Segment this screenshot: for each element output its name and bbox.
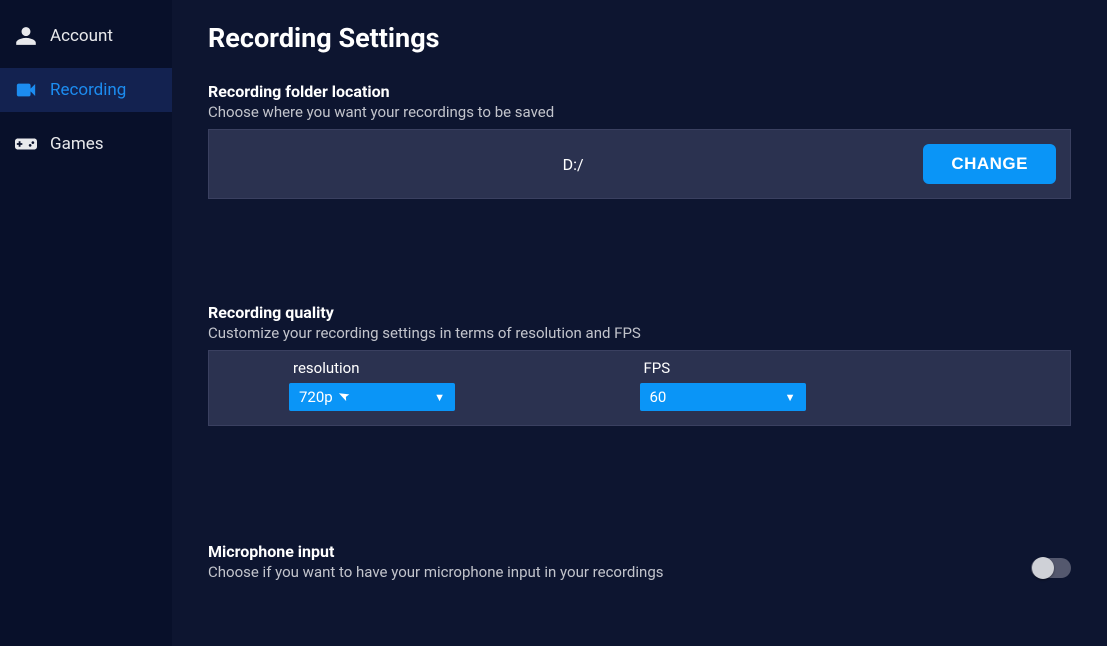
sidebar: Account Recording Games: [0, 0, 172, 646]
fps-select[interactable]: 60 ▼: [640, 383, 806, 411]
person-icon: [14, 24, 38, 48]
resolution-value: 720p: [299, 388, 333, 406]
sidebar-item-games[interactable]: Games: [0, 122, 172, 166]
sidebar-item-label: Recording: [50, 80, 126, 100]
folder-path: D:/: [223, 155, 923, 174]
folder-section-title: Recording folder location: [208, 82, 1071, 101]
toggle-knob: [1032, 557, 1054, 579]
resolution-select[interactable]: 720p ▼: [289, 383, 455, 411]
chevron-down-icon: ▼: [434, 391, 445, 404]
folder-panel: D:/ CHANGE: [208, 129, 1071, 199]
resolution-column: resolution 720p ▼: [229, 359, 640, 411]
sidebar-item-label: Games: [50, 134, 104, 154]
camera-icon: [14, 78, 38, 102]
sidebar-item-label: Account: [50, 26, 113, 46]
chevron-down-icon: ▼: [785, 391, 796, 404]
fps-value: 60: [650, 388, 667, 406]
folder-section-desc: Choose where you want your recordings to…: [208, 103, 1071, 121]
sidebar-item-recording[interactable]: Recording: [0, 68, 172, 112]
quality-section-title: Recording quality: [208, 303, 1071, 322]
main-content: Recording Settings Recording folder loca…: [172, 0, 1107, 646]
fps-label: FPS: [644, 359, 671, 377]
quality-section-desc: Customize your recording settings in ter…: [208, 324, 1071, 342]
gamepad-icon: [14, 132, 38, 156]
microphone-title: Microphone input: [208, 542, 663, 561]
cursor-icon: [336, 388, 355, 410]
sidebar-item-account[interactable]: Account: [0, 14, 172, 58]
microphone-desc: Choose if you want to have your micropho…: [208, 563, 663, 581]
quality-panel: resolution 720p ▼ FPS 60 ▼: [208, 350, 1071, 426]
microphone-row: Microphone input Choose if you want to h…: [208, 542, 1071, 589]
microphone-toggle[interactable]: [1031, 558, 1071, 578]
page-title: Recording Settings: [208, 22, 1071, 54]
fps-column: FPS 60 ▼: [640, 359, 952, 411]
change-folder-button[interactable]: CHANGE: [923, 144, 1056, 184]
resolution-label: resolution: [293, 359, 360, 377]
